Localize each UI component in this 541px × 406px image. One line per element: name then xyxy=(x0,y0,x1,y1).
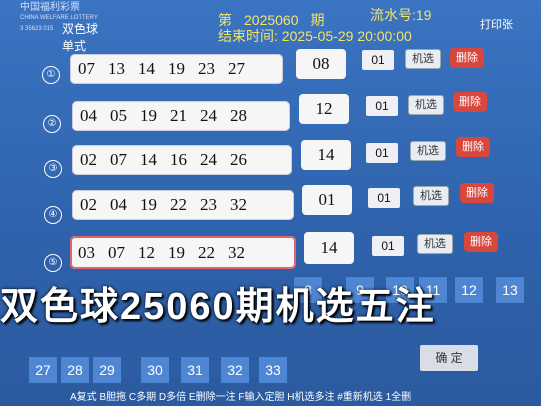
delete-button[interactable]: 删除 xyxy=(460,183,494,203)
lottery-terminal-screen: 中国福利彩票 CHINA WELFARE LOTTERY 3 35623 015… xyxy=(0,0,541,406)
video-caption-overlay: 双色球25060期机选五注 xyxy=(0,286,436,328)
number-key[interactable]: 28 xyxy=(60,356,90,384)
red-ball: 32 xyxy=(228,243,245,262)
confirm-button[interactable]: 确 定 xyxy=(420,345,478,371)
game-type: 双色球 xyxy=(62,22,99,36)
red-ball: 23 xyxy=(200,195,217,214)
welfare-lottery-logo: 中国福利彩票 CHINA WELFARE LOTTERY 3 35623 015 xyxy=(20,2,100,32)
red-ball: 14 xyxy=(138,59,155,78)
delete-button[interactable]: 删除 xyxy=(456,137,490,157)
random-select-button[interactable]: 机选 xyxy=(417,234,453,254)
random-select-button[interactable]: 机选 xyxy=(405,49,441,69)
red-ball: 22 xyxy=(198,243,215,262)
delete-button[interactable]: 删除 xyxy=(453,92,487,112)
red-balls[interactable]: 04 05 19 21 24 28 xyxy=(72,101,290,131)
print-label[interactable]: 打印张 xyxy=(480,16,513,32)
red-ball: 21 xyxy=(170,106,187,125)
red-ball: 07 xyxy=(78,59,95,78)
red-balls[interactable]: 03 07 12 19 22 32 xyxy=(70,236,296,269)
serial-info: 流水号:19 xyxy=(370,5,431,25)
red-ball: 05 xyxy=(110,106,127,125)
header-bar: 中国福利彩票 CHINA WELFARE LOTTERY 3 35623 015… xyxy=(0,0,541,53)
end-time-info: 结束时间: 2025-05-29 20:00:00 xyxy=(218,26,412,46)
red-ball: 03 xyxy=(78,243,95,262)
red-ball: 07 xyxy=(110,150,127,169)
red-ball: 13 xyxy=(108,59,125,78)
multiple-field[interactable]: 01 xyxy=(368,188,400,208)
red-ball: 19 xyxy=(168,59,185,78)
red-balls[interactable]: 07 13 14 19 23 27 xyxy=(70,54,283,84)
red-ball: 04 xyxy=(110,195,127,214)
blue-ball[interactable]: 12 xyxy=(299,94,349,124)
red-ball: 22 xyxy=(170,195,187,214)
red-ball: 19 xyxy=(140,195,157,214)
random-select-button[interactable]: 机选 xyxy=(408,95,444,115)
random-select-button[interactable]: 机选 xyxy=(413,186,449,206)
red-ball: 02 xyxy=(80,195,97,214)
ticket-index: ④ xyxy=(44,206,62,224)
number-key[interactable]: 27 xyxy=(28,356,58,384)
blue-ball[interactable]: 08 xyxy=(296,49,346,79)
multiple-field[interactable]: 01 xyxy=(372,236,404,256)
red-ball: 23 xyxy=(198,59,215,78)
serial-label: 流水号: xyxy=(370,7,416,23)
red-ball: 24 xyxy=(200,106,217,125)
blue-ball[interactable]: 14 xyxy=(301,140,351,170)
ticket-index: ⑤ xyxy=(44,254,62,272)
ticket-index: ③ xyxy=(44,160,62,178)
end-time: 20:00:00 xyxy=(357,28,412,44)
multiple-field[interactable]: 01 xyxy=(362,50,394,70)
red-ball: 16 xyxy=(170,150,187,169)
red-ball: 28 xyxy=(230,106,247,125)
red-ball: 14 xyxy=(140,150,157,169)
serial-number: 19 xyxy=(415,7,432,23)
red-ball: 32 xyxy=(230,195,247,214)
red-ball: 27 xyxy=(228,59,245,78)
end-label: 结束时间: xyxy=(218,28,278,44)
blue-ball[interactable]: 01 xyxy=(302,185,352,215)
red-ball: 26 xyxy=(230,150,247,169)
multiple-field[interactable]: 01 xyxy=(366,96,398,116)
delete-button[interactable]: 删除 xyxy=(450,48,484,68)
red-ball: 19 xyxy=(168,243,185,262)
red-balls[interactable]: 02 04 19 22 23 32 xyxy=(72,190,294,220)
red-ball: 19 xyxy=(140,106,157,125)
red-ball: 02 xyxy=(80,150,97,169)
red-ball: 24 xyxy=(200,150,217,169)
delete-button[interactable]: 删除 xyxy=(464,232,498,252)
number-key[interactable]: 29 xyxy=(92,356,122,384)
red-ball: 12 xyxy=(138,243,155,262)
red-balls[interactable]: 02 07 14 16 24 26 xyxy=(72,145,292,175)
random-select-button[interactable]: 机选 xyxy=(410,141,446,161)
red-ball: 04 xyxy=(80,106,97,125)
red-ball: 07 xyxy=(108,243,125,262)
ticket-index: ① xyxy=(42,66,60,84)
number-key[interactable]: 32 xyxy=(220,356,250,384)
multiple-field[interactable]: 01 xyxy=(366,143,398,163)
shortcut-hint: A复式 B胆拖 C多期 D多倍 E删除一注 F输入定胆 H机选多注 #重新机选 … xyxy=(70,392,412,403)
number-key[interactable]: 31 xyxy=(180,356,210,384)
logo-cn: 中国福利彩票 xyxy=(20,2,80,13)
number-key[interactable]: 30 xyxy=(140,356,170,384)
end-date: 2025-05-29 xyxy=(281,28,354,44)
number-key[interactable]: 33 xyxy=(258,356,288,384)
play-type: 单式 xyxy=(62,39,87,53)
ticket-index: ② xyxy=(43,115,61,133)
blue-ball[interactable]: 14 xyxy=(304,232,354,264)
